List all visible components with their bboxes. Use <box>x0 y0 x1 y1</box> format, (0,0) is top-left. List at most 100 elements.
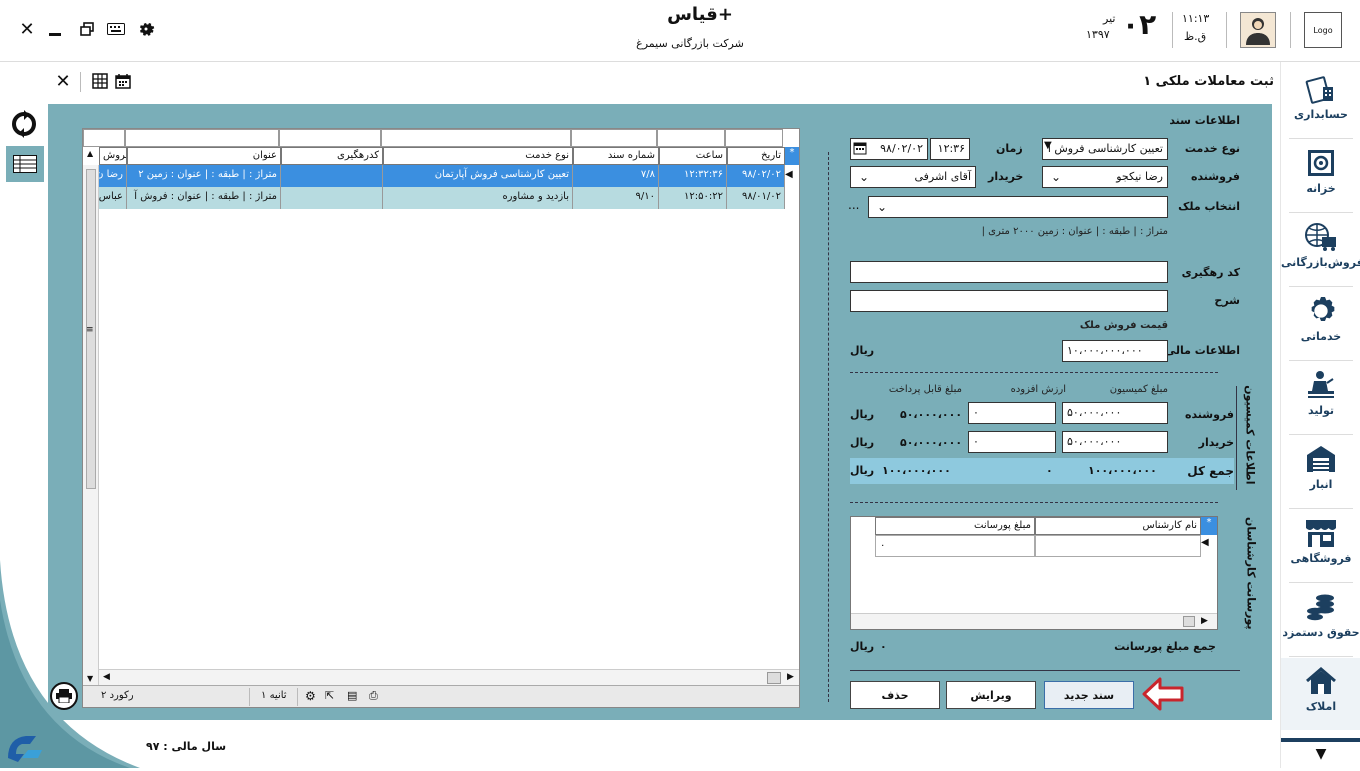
scroll-right-icon[interactable]: ▶ <box>787 672 794 682</box>
buyer-label: خریدار <box>988 170 1024 183</box>
new-doc-button[interactable]: سند جدید <box>1044 681 1134 709</box>
property-browse-button[interactable]: ... <box>848 198 859 212</box>
divider <box>1289 508 1353 509</box>
total-commission-value: ۱۰۰،۰۰۰،۰۰۰ <box>1088 464 1157 477</box>
service-type-label: نوع خدمت <box>1184 142 1240 155</box>
sidebar-item-services[interactable]: خدماتی <box>1281 288 1360 360</box>
agent-commission-table: * نام کارشناس مبلغ پورسانت ◀ ۰ ▶ <box>850 516 1218 630</box>
grid-select-all[interactable]: * <box>785 147 799 165</box>
grid-view-icon[interactable] <box>89 70 111 92</box>
description-input[interactable] <box>850 290 1168 312</box>
col-header-tracking[interactable]: کدرهگیری <box>281 147 383 165</box>
divider <box>1172 12 1173 48</box>
table-select-all[interactable]: * <box>1201 517 1217 535</box>
sidebar-item-treasury[interactable]: خزانه <box>1281 140 1360 212</box>
col-header-agent-name[interactable]: نام کارشناس <box>1035 517 1201 535</box>
print-icon[interactable]: ⎙ <box>369 689 378 703</box>
cell-title: متراژ : | طبقه : | عنوان : زمین ۲ <box>127 165 281 187</box>
sidebar-scroll-down[interactable]: ▼ <box>1281 738 1360 768</box>
minimize-icon[interactable] <box>44 18 66 40</box>
cell-agent-amount[interactable]: ۰ <box>875 535 1035 557</box>
cell-doc-number: ۹/۱۰ <box>573 187 659 209</box>
divider <box>828 152 829 702</box>
buyer-payable-value: ۵۰،۰۰۰،۰۰۰ <box>900 436 963 449</box>
scroll-thumb[interactable] <box>767 672 781 684</box>
divider <box>1289 286 1353 287</box>
app-logo-icon <box>4 728 44 764</box>
gear-icon <box>1304 294 1338 328</box>
scroll-right-icon[interactable]: ▶ <box>1201 616 1208 626</box>
company-name: شرکت بازرگانی سیمرغ <box>636 37 744 50</box>
edit-button[interactable]: ویرایش <box>946 681 1036 709</box>
cell-tracking <box>281 165 383 187</box>
col-header-doc-number[interactable]: شماره سند <box>573 147 659 165</box>
sidebar-item-label: تولید <box>1307 404 1334 417</box>
sidebar-item-production[interactable]: تولید <box>1281 362 1360 434</box>
property-select[interactable] <box>868 196 1168 218</box>
sidebar-item-label: املاک <box>1305 700 1337 713</box>
chevron-down-icon[interactable]: ⌄ <box>1044 167 1068 187</box>
refresh-icon[interactable] <box>10 110 38 138</box>
sidebar-item-warehouse[interactable]: انبار <box>1281 436 1360 508</box>
gear-icon[interactable] <box>135 18 157 40</box>
cell-date: ۹۸/۰۲/۰۲ <box>727 165 785 187</box>
col-header-time[interactable]: ساعت <box>659 147 727 165</box>
horizontal-scrollbar[interactable]: ◀ ▶ <box>99 669 799 685</box>
user-avatar[interactable] <box>1240 12 1276 48</box>
sidebar-item-label: حسابداری <box>1294 108 1348 121</box>
date-value: ۹۸/۰۲/۰۲ <box>880 142 923 155</box>
company-logo: Logo <box>1304 12 1342 48</box>
delete-button[interactable]: حذف <box>850 681 940 709</box>
col-commission: مبلغ کمیسیون <box>1109 384 1168 395</box>
sidebar-item-real-estate[interactable]: املاک <box>1281 658 1360 730</box>
group-cell <box>83 129 125 147</box>
service-type-select[interactable]: تعیین کارشناسی فروش آ <box>1042 138 1168 160</box>
list-view-icon[interactable] <box>6 146 44 182</box>
sidebar-item-payroll[interactable]: حقوق دستمزد <box>1281 584 1360 656</box>
sidebar-item-accounting[interactable]: حسابداری <box>1281 66 1360 138</box>
col-header-agent-amount[interactable]: مبلغ پورسانت <box>875 517 1035 535</box>
currency-label: ریال <box>850 436 875 449</box>
scroll-thumb[interactable] <box>1183 616 1195 627</box>
worker-icon <box>1304 368 1338 402</box>
chevron-down-icon[interactable]: ⌄ <box>852 167 876 187</box>
sort-up-icon[interactable]: ▲ <box>87 149 99 163</box>
seller-commission-input[interactable]: ۵۰،۰۰۰،۰۰۰ <box>1062 402 1168 424</box>
chevron-down-icon[interactable]: ▼ <box>1044 140 1052 151</box>
buyer-commission-input[interactable]: ۵۰،۰۰۰،۰۰۰ <box>1062 431 1168 453</box>
keyboard-icon[interactable] <box>105 18 127 40</box>
date-month: تیر <box>1103 12 1116 25</box>
group-cell <box>279 129 381 147</box>
col-header-date[interactable]: تاریخ <box>727 147 785 165</box>
settings-icon[interactable]: ⚙ <box>305 689 316 703</box>
divider <box>1289 212 1353 213</box>
calendar-icon[interactable] <box>853 141 867 158</box>
horizontal-scrollbar[interactable]: ▶ <box>851 613 1217 629</box>
sale-price-input[interactable]: ۱۰،۰۰۰،۰۰۰،۰۰۰ <box>1062 340 1168 362</box>
group-cell <box>725 129 783 147</box>
sidebar-item-trade-sales[interactable]: فروش‌بازرگانی <box>1281 214 1360 286</box>
commission-section-label: اطلاعات کمیسیون <box>1243 385 1257 485</box>
cell-doc-number: ۷/۸ <box>573 165 659 187</box>
sidebar-item-store[interactable]: فروشگاهی <box>1281 510 1360 582</box>
col-header-seller[interactable]: فروش <box>99 147 127 165</box>
calendar-icon[interactable] <box>112 70 134 92</box>
time-input[interactable]: ۱۲:۳۶ <box>930 138 970 160</box>
col-header-title[interactable]: عنوان <box>127 147 281 165</box>
col-header-service-type[interactable]: نوع خدمت <box>383 147 573 165</box>
trade-globe-icon <box>1304 220 1338 254</box>
chevron-down-icon[interactable]: ⌄ <box>870 197 894 217</box>
restore-icon[interactable] <box>76 18 98 40</box>
tracking-input[interactable] <box>850 261 1168 283</box>
coins-icon <box>1304 590 1338 624</box>
seller-vat-input[interactable]: ۰ <box>968 402 1056 424</box>
buyer-vat-input[interactable]: ۰ <box>968 431 1056 453</box>
document-icon[interactable]: ▤ <box>347 689 357 702</box>
buyer-value: آقای اشرفی <box>914 170 971 183</box>
print-button[interactable] <box>50 682 78 710</box>
records-grid: تاریخ ساعت شماره سند نوع خدمت کدرهگیری ع… <box>82 128 800 708</box>
close-icon[interactable]: ✕ <box>16 18 38 40</box>
close-form-icon[interactable]: ✕ <box>52 70 74 92</box>
cell-agent-name[interactable] <box>1035 535 1201 557</box>
export-icon[interactable]: ⇱ <box>325 689 334 702</box>
